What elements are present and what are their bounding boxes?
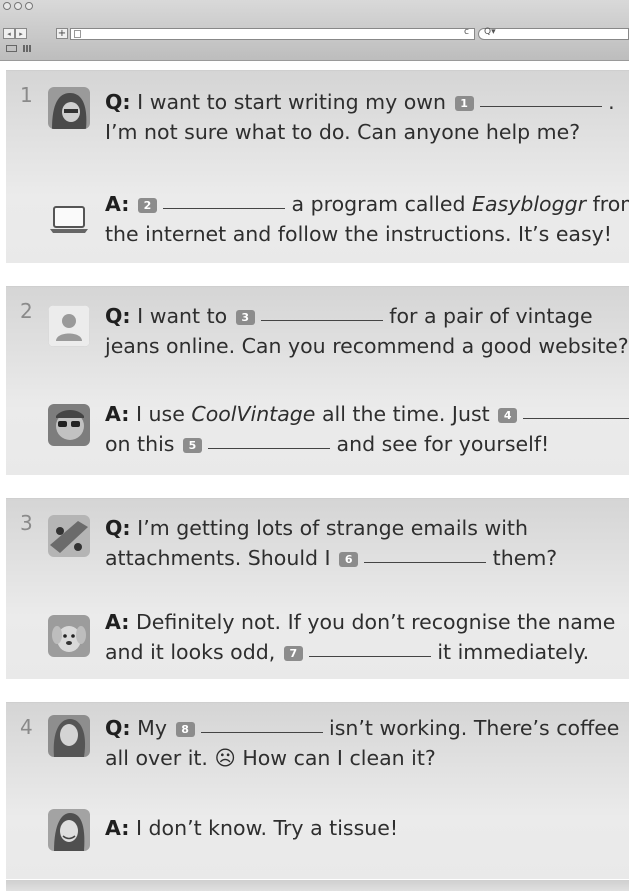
answer-line: on this [105, 432, 175, 456]
answer-line: and it looks odd, [105, 640, 276, 664]
question-line: jeans online. Can you recommend a good w… [105, 334, 629, 358]
answer-label: A: [105, 192, 130, 216]
gap-number-badge: 6 [339, 552, 359, 567]
question-text: Q: I want to 3 for a pair of vintage jea… [105, 301, 629, 361]
post-number: 2 [20, 299, 33, 323]
answer-blank[interactable] [364, 561, 487, 563]
close-window-button[interactable] [3, 2, 11, 10]
back-button[interactable]: ◂ [3, 28, 15, 39]
forward-button[interactable]: ▸ [15, 28, 27, 39]
answer-line: the internet and follow the instructions… [105, 222, 613, 246]
answer-line: Definitely not. If you don’t recognise t… [135, 610, 616, 634]
window-controls [3, 2, 33, 10]
answer-label: A: [105, 610, 130, 634]
answer-blank[interactable] [479, 105, 602, 107]
question-line: them? [492, 546, 558, 570]
gap-number-badge: 7 [283, 646, 303, 661]
forum-post-4: 4 Q: My 8 isn’t working. There’s coffee … [6, 702, 629, 879]
answer-text: A: Definitely not. If you don’t recognis… [105, 607, 623, 667]
answer-text: A: I don’t know. Try a tissue! [105, 813, 623, 843]
answer-text: A: I use CoolVintage all the time. Just … [105, 399, 629, 459]
answer-label: A: [105, 402, 130, 426]
answer-blank[interactable] [200, 731, 323, 733]
question-line: for a pair of vintage [389, 304, 593, 328]
question-label: Q: [105, 90, 131, 114]
bookmarks-book-icon[interactable] [6, 45, 17, 52]
answer-line: and see for yourself! [336, 432, 550, 456]
question-line: . [608, 90, 615, 114]
search-icon: Q▾ [484, 27, 496, 37]
question-text: Q: I’m getting lots of strange emails wi… [105, 513, 623, 573]
sunglasses-person-icon [48, 404, 90, 446]
answer-line: I don’t know. Try a tissue! [135, 816, 399, 840]
bookmarks-bar [6, 45, 32, 52]
post-number: 3 [20, 511, 33, 535]
answer-blank[interactable] [260, 319, 383, 321]
woman-portrait-icon [48, 715, 90, 757]
answer-line: it immediately. [437, 640, 590, 664]
new-tab-button[interactable]: + [56, 28, 68, 39]
post-number: 4 [20, 715, 33, 739]
gap-number-badge: 4 [498, 408, 518, 423]
question-line: My [137, 716, 167, 740]
question-line: I’m not sure what to do. Can anyone help… [105, 120, 581, 144]
reload-icon[interactable]: c [464, 27, 469, 37]
forum-post-2: 2 Q: I want to 3 for a pair of vintage j… [6, 286, 629, 475]
answer-blank[interactable] [523, 417, 629, 419]
search-input[interactable]: Q▾ [478, 27, 629, 40]
answer-line: I use [135, 402, 185, 426]
forum-post-1: 1 Q: I want to start writing my own 1 . … [6, 70, 629, 263]
default-user-icon [48, 305, 90, 347]
laptop-icon [48, 199, 90, 241]
question-line: I want to [137, 304, 228, 328]
gap-number-badge: 8 [175, 722, 195, 737]
question-label: Q: [105, 716, 131, 740]
forum-post-3: 3 Q: I’m getting lots of strange emails … [6, 498, 629, 679]
gap-number-badge: 3 [235, 310, 255, 325]
browser-toolbar: ◂ ▸ + c Q▾ [0, 0, 629, 61]
gap-number-badge: 2 [137, 198, 157, 213]
answer-text: A: 2 a program called Easybloggr from th… [105, 189, 629, 249]
zoom-window-button[interactable] [25, 2, 33, 10]
question-label: Q: [105, 304, 131, 328]
page-icon [74, 30, 81, 38]
bottom-edge [6, 880, 629, 891]
hooded-person-icon [48, 87, 90, 129]
post-number: 1 [20, 83, 33, 107]
question-line: attachments. Should I [105, 546, 331, 570]
question-line: isn’t working. There’s coffee [329, 716, 620, 740]
question-line: I want to start writing my own [137, 90, 447, 114]
gap-number-badge: 5 [183, 438, 202, 453]
minimize-window-button[interactable] [14, 2, 22, 10]
question-line: I’m getting lots of strange emails with [137, 516, 528, 540]
program-name: Easybloggr [472, 192, 587, 216]
puppy-icon [48, 615, 90, 657]
address-bar[interactable]: c [70, 27, 475, 40]
gap-number-badge: 1 [454, 96, 474, 111]
question-text: Q: My 8 isn’t working. There’s coffee al… [105, 713, 623, 773]
answer-line: all the time. Just [321, 402, 490, 426]
question-label: Q: [105, 516, 131, 540]
question-line: all over it. ☹ How can I clean it? [105, 746, 436, 770]
answer-blank[interactable] [162, 207, 285, 209]
top-sites-grid-icon[interactable] [23, 45, 32, 52]
answer-label: A: [105, 816, 130, 840]
answer-blank[interactable] [308, 655, 431, 657]
answer-blank[interactable] [208, 447, 330, 449]
website-name: CoolVintage [191, 402, 316, 426]
answer-line: from [592, 192, 629, 216]
nav-buttons: ◂ ▸ [3, 28, 27, 39]
question-text: Q: I want to start writing my own 1 . I’… [105, 87, 623, 147]
smiling-woman-icon [48, 809, 90, 851]
answer-line: a program called [291, 192, 466, 216]
skateboard-icon [48, 515, 90, 557]
